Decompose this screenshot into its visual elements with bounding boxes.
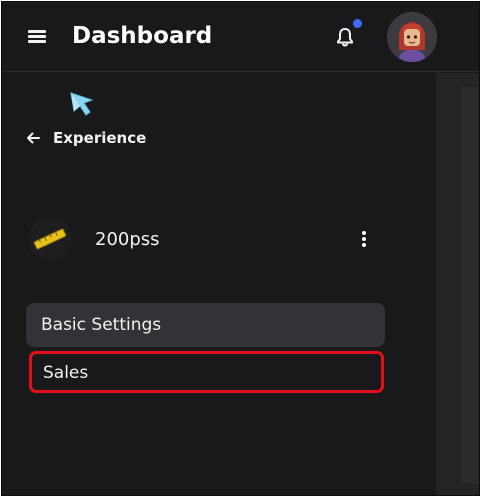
hamburger-menu-icon[interactable] [25,27,49,45]
back-label: Experience [53,129,147,147]
app-window: Dashboard Experience 200pss Basic Settin… [1,1,480,496]
nav-item-basic-settings[interactable]: Basic Settings [26,303,385,347]
notification-dot [353,19,362,28]
pointer-cursor-icon [68,90,98,118]
experience-name: 200pss [95,229,160,250]
user-avatar[interactable] [387,12,437,62]
page-title: Dashboard [72,23,213,49]
nav-item-sales[interactable]: Sales [29,351,384,393]
scrollbar-thumb[interactable] [462,87,479,483]
scrollbar[interactable] [436,73,479,495]
back-to-experience[interactable]: Experience [24,126,146,150]
top-bar: Dashboard [2,2,479,72]
experience-thumbnail [26,215,74,263]
bell-icon[interactable] [332,24,358,50]
kebab-menu-icon[interactable] [356,227,372,251]
arrow-left-icon [27,132,40,144]
